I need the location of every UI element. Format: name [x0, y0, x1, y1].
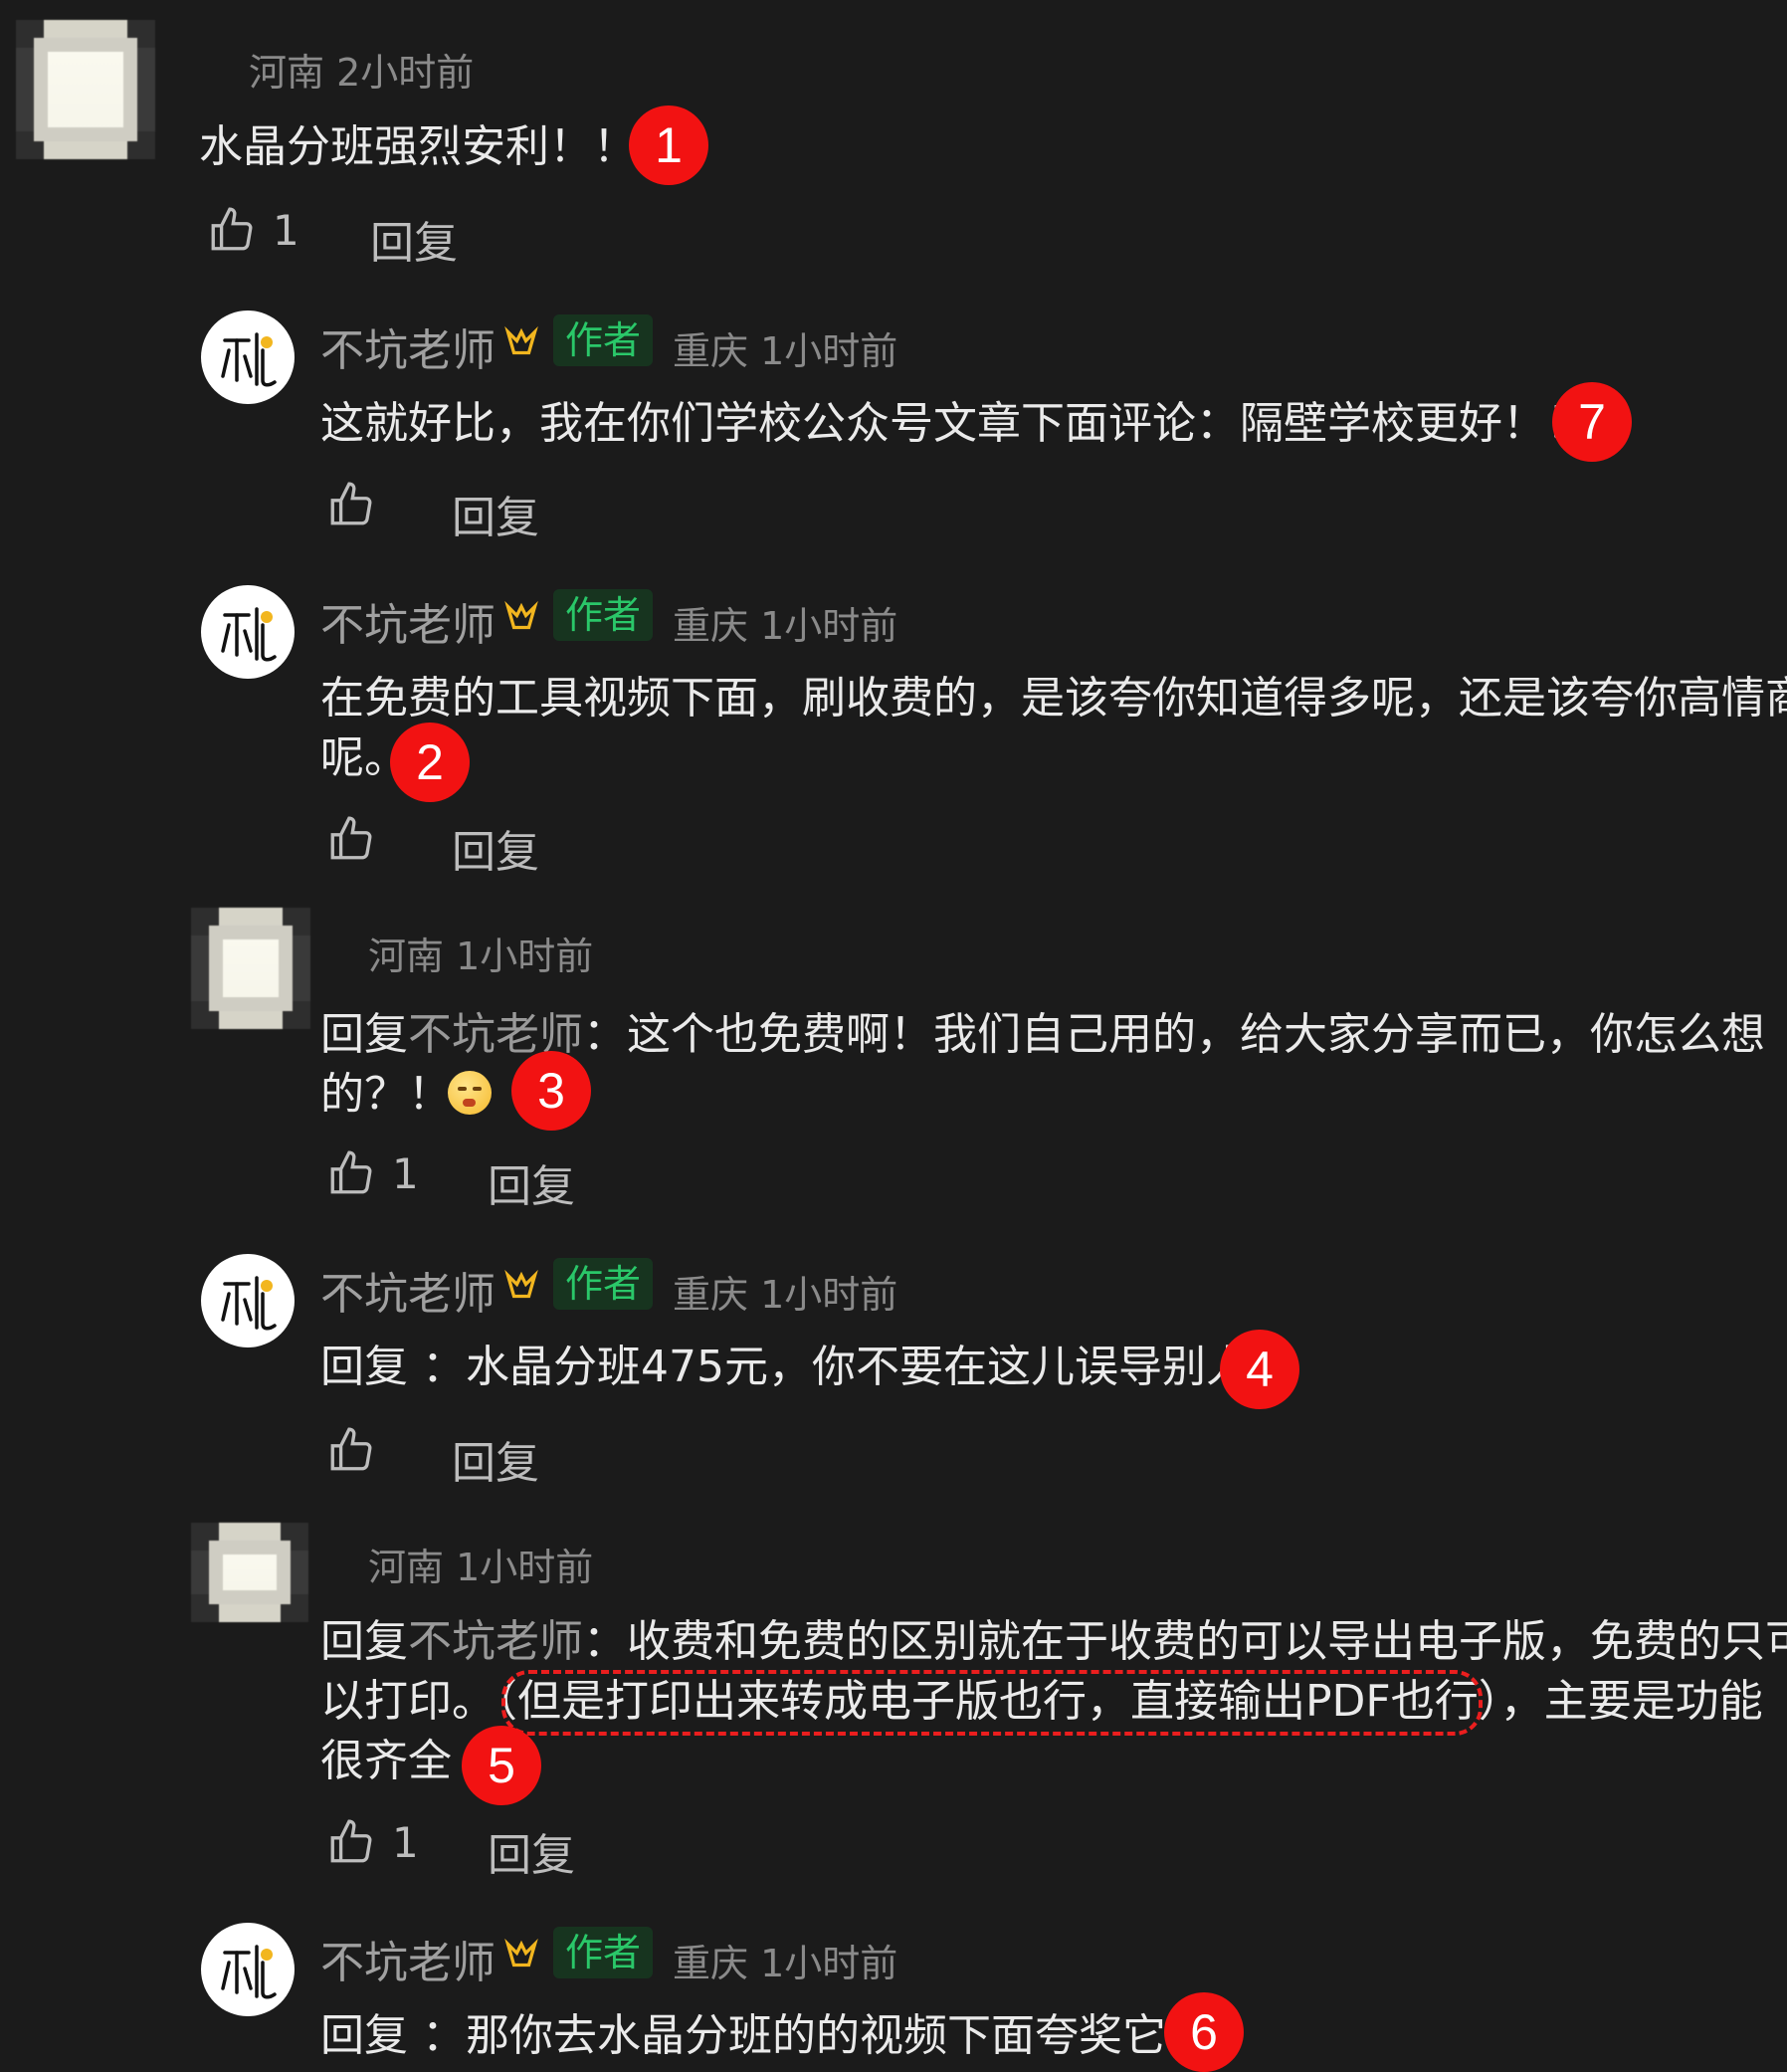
- like-count: 1: [392, 1817, 419, 1867]
- comment-meta: 河南 1小时前: [368, 1546, 594, 1589]
- like-button[interactable]: 1: [326, 1817, 419, 1867]
- thumbs-up-icon: [330, 1427, 372, 1471]
- reply-button[interactable]: 回复: [452, 1427, 539, 1491]
- creator-crown-icon: [504, 325, 538, 355]
- creator-crown-icon: [504, 1269, 538, 1299]
- like-button[interactable]: 1: [207, 205, 299, 255]
- annotation-marker-6: 6: [1164, 1992, 1244, 2072]
- creator-crown-icon: [504, 1938, 538, 1968]
- author-avatar[interactable]: [201, 1923, 295, 2016]
- highlight-box: [501, 1670, 1483, 1736]
- annotation-marker-1: 1: [629, 105, 708, 185]
- annotation-marker-4: 4: [1220, 1330, 1299, 1409]
- user-avatar[interactable]: [191, 908, 310, 1029]
- annotation-marker-5: 5: [462, 1726, 541, 1805]
- thumbs-up-icon: [330, 1819, 372, 1863]
- like-button[interactable]: [326, 1425, 376, 1475]
- reply-target[interactable]: 不坑老师: [408, 1616, 583, 1667]
- thumbs-up-icon: [330, 816, 372, 860]
- author-avatar[interactable]: [201, 311, 295, 404]
- annotation-marker-2: 2: [390, 723, 470, 802]
- reply-button[interactable]: 回复: [488, 1150, 575, 1214]
- like-button[interactable]: 1: [326, 1148, 419, 1198]
- comment-text-line: 的？！: [320, 1069, 452, 1120]
- author-badge: 作者: [553, 1258, 654, 1310]
- like-count: 1: [273, 205, 299, 255]
- like-button[interactable]: [326, 814, 376, 864]
- author-avatar[interactable]: [201, 585, 295, 679]
- author-name[interactable]: 不坑老师: [320, 589, 496, 653]
- annotation-marker-3: 3: [511, 1051, 591, 1131]
- like-count: 1: [392, 1148, 419, 1198]
- reply-button[interactable]: 回复: [370, 207, 458, 271]
- author-badge: 作者: [553, 589, 654, 641]
- comment-text-line: 回复不坑老师：收费和免费的区别就在于收费的可以导出电子版，免费的只可: [320, 1616, 1787, 1667]
- annotation-marker-7: 7: [1552, 382, 1632, 462]
- comment-text-line: 很齐全: [320, 1736, 452, 1786]
- author-name[interactable]: 不坑老师: [320, 1258, 496, 1322]
- thumbs-up-icon: [211, 207, 253, 251]
- comment-meta: 重庆 1小时前: [673, 1273, 898, 1317]
- user-avatar[interactable]: [191, 1523, 308, 1622]
- comment-meta: 重庆 1小时前: [673, 1942, 898, 1985]
- comment-meta: 河南 1小时前: [368, 934, 594, 978]
- comment-meta: 重庆 1小时前: [673, 329, 898, 373]
- user-avatar[interactable]: [16, 20, 155, 159]
- comment-meta: 河南 2小时前: [249, 51, 475, 95]
- comment-text-line: 在免费的工具视频下面，刷收费的，是该夸你知道得多呢，还是该夸你高情商: [320, 673, 1787, 724]
- comment-text: 回复 ：那你去水晶分班的的视频下面夸奖它。: [320, 2010, 1210, 2061]
- reply-button[interactable]: 回复: [452, 816, 539, 880]
- reply-button[interactable]: 回复: [488, 1819, 575, 1883]
- author-name[interactable]: 不坑老师: [320, 314, 496, 378]
- author-name[interactable]: 不坑老师: [320, 1927, 496, 1990]
- thumbs-up-icon: [330, 482, 372, 525]
- author-avatar[interactable]: [201, 1254, 295, 1347]
- creator-crown-icon: [504, 600, 538, 630]
- comment-text: 这就好比，我在你们学校公众号文章下面评论：隔壁学校更好！！！: [320, 398, 1634, 449]
- comment-meta: 重庆 1小时前: [673, 604, 898, 648]
- author-badge: 作者: [553, 314, 654, 366]
- thumbs-up-icon: [330, 1150, 372, 1194]
- comment-text: 回复 ：水晶分班475元，你不要在这儿误导别人: [320, 1342, 1250, 1392]
- shushing-face-emoji: [448, 1071, 492, 1115]
- like-button[interactable]: [326, 480, 376, 529]
- reply-button[interactable]: 回复: [452, 482, 539, 545]
- author-badge: 作者: [553, 1927, 654, 1978]
- comment-text: 水晶分班强烈安利！！！: [199, 121, 681, 172]
